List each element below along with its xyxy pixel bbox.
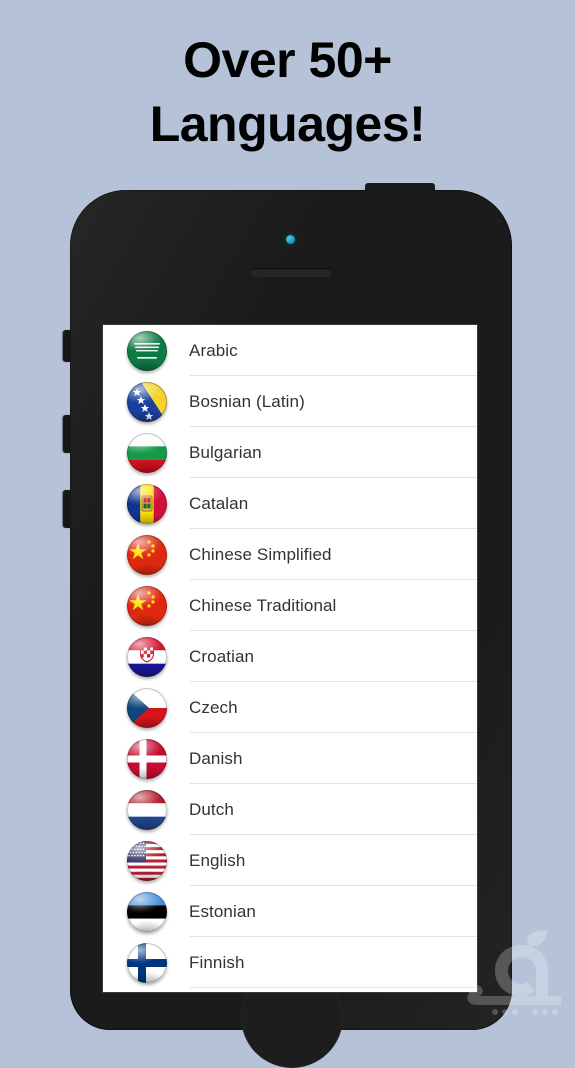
language-name: Chinese Traditional bbox=[189, 595, 337, 615]
language-list-item[interactable]: Danish bbox=[103, 733, 477, 784]
headline-line-1: Over 50+ bbox=[183, 32, 392, 88]
flag-bands bbox=[127, 534, 167, 575]
flag-bands bbox=[127, 483, 167, 524]
saudi-arabia-flag-icon bbox=[127, 330, 167, 371]
estonia-flag-icon bbox=[127, 891, 167, 932]
language-list-item[interactable]: English bbox=[103, 835, 477, 886]
language-name: Dutch bbox=[189, 799, 234, 819]
language-name: Bosnian (Latin) bbox=[189, 391, 305, 411]
andorra-flag-icon bbox=[127, 483, 167, 524]
bosnia-flag-icon bbox=[127, 381, 167, 422]
language-list-item[interactable]: Czech bbox=[103, 682, 477, 733]
language-list-item[interactable]: Bulgarian bbox=[103, 427, 477, 478]
language-name: Estonian bbox=[189, 901, 256, 921]
china-flag-icon bbox=[127, 534, 167, 575]
language-name: English bbox=[189, 850, 246, 870]
headline-line-2: Languages! bbox=[149, 96, 426, 152]
flag-bands bbox=[127, 432, 167, 473]
language-name: Bulgarian bbox=[189, 442, 262, 462]
language-list-item[interactable]: Chinese Traditional bbox=[103, 580, 477, 631]
power-button[interactable] bbox=[365, 183, 435, 193]
language-list-item[interactable]: Arabic bbox=[103, 325, 477, 376]
usa-flag-icon bbox=[127, 840, 167, 881]
flag-bands bbox=[127, 789, 167, 830]
language-name: Croatian bbox=[189, 646, 255, 666]
flag-bands bbox=[127, 636, 167, 677]
denmark-flag-icon bbox=[127, 738, 167, 779]
language-list-item[interactable]: Catalan bbox=[103, 478, 477, 529]
phone-mockup: Arabic Bosnian (Latin) Bulgarian Catalan bbox=[63, 183, 512, 1068]
language-name: Chinese Simplified bbox=[189, 544, 332, 564]
page-title: Over 50+ Languages! bbox=[0, 28, 575, 156]
language-name: Danish bbox=[189, 748, 243, 768]
language-name: Finnish bbox=[189, 952, 245, 972]
language-list-item[interactable]: Estonian bbox=[103, 886, 477, 937]
netherlands-flag-icon bbox=[127, 789, 167, 830]
finland-flag-icon bbox=[127, 942, 167, 983]
front-camera-icon bbox=[286, 235, 295, 244]
flag-bands bbox=[127, 942, 167, 983]
china-flag-icon bbox=[127, 585, 167, 626]
language-name: Arabic bbox=[189, 340, 238, 360]
flag-bands bbox=[127, 891, 167, 932]
language-list-item[interactable]: Finnish bbox=[103, 937, 477, 988]
flag-bands bbox=[127, 738, 167, 779]
bulgaria-flag-icon bbox=[127, 432, 167, 473]
language-list-item[interactable]: Bosnian (Latin) bbox=[103, 376, 477, 427]
flag-bands bbox=[127, 687, 167, 728]
language-name: Czech bbox=[189, 697, 238, 717]
language-list-item[interactable]: Dutch bbox=[103, 784, 477, 835]
volume-up-button[interactable] bbox=[63, 415, 71, 453]
row-separator bbox=[190, 987, 477, 988]
earpiece-speaker-icon bbox=[250, 268, 332, 277]
flag-bands bbox=[127, 585, 167, 626]
language-list-item[interactable]: Croatian bbox=[103, 631, 477, 682]
croatia-flag-icon bbox=[127, 636, 167, 677]
mute-switch[interactable] bbox=[63, 330, 71, 362]
flag-bands bbox=[127, 330, 167, 371]
flag-bands bbox=[127, 840, 167, 881]
language-list[interactable]: Arabic Bosnian (Latin) Bulgarian Catalan bbox=[103, 325, 477, 988]
language-list-item[interactable]: Chinese Simplified bbox=[103, 529, 477, 580]
flag-bands bbox=[127, 381, 167, 422]
phone-screen: Arabic Bosnian (Latin) Bulgarian Catalan bbox=[103, 325, 477, 992]
volume-down-button[interactable] bbox=[63, 490, 71, 528]
language-name: Catalan bbox=[189, 493, 249, 513]
czech-flag-icon bbox=[127, 687, 167, 728]
